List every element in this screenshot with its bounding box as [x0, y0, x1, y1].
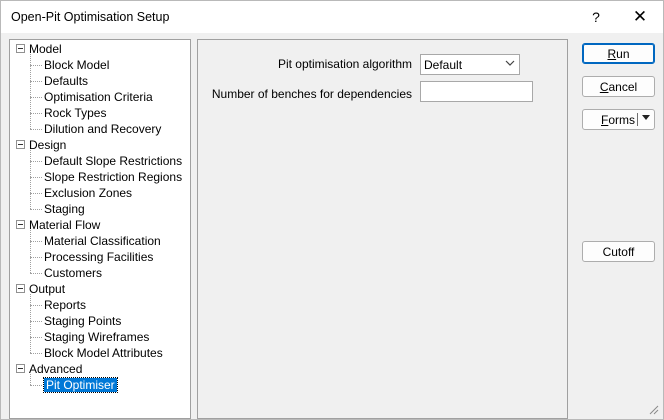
tree-connector	[30, 273, 42, 274]
tree-item-label: Staging Wireframes	[44, 330, 150, 344]
dialog-window: Open-Pit Optimisation Setup ? ✕ Model Blo…	[0, 0, 664, 420]
tree-item[interactable]: Staging	[44, 201, 85, 217]
window-title: Open-Pit Optimisation Setup	[11, 10, 170, 24]
run-button[interactable]: Run	[582, 43, 655, 64]
resize-grip-icon[interactable]	[648, 404, 659, 415]
tree-group-label: Advanced	[29, 362, 83, 376]
tree-connector	[30, 209, 42, 210]
split-separator	[637, 113, 638, 126]
tree-connector	[30, 97, 42, 98]
tree-connector	[30, 385, 42, 386]
settings-panel: Pit optimisation algorithm Default Numbe…	[197, 39, 568, 419]
algorithm-label: Pit optimisation algorithm	[277, 57, 412, 71]
tree-item[interactable]: Customers	[44, 265, 102, 281]
minus-box-icon[interactable]	[16, 220, 25, 229]
tree-item[interactable]: Block Model	[44, 57, 109, 73]
tree-connector	[30, 81, 42, 82]
tree-connector	[30, 230, 31, 273]
tree-item-label: Processing Facilities	[44, 250, 154, 264]
tree-item-label-selected: Pit Optimiser	[43, 377, 118, 393]
tree-item[interactable]: Rock Types	[44, 105, 106, 121]
chevron-down-icon	[505, 58, 515, 71]
tree-item[interactable]: Defaults	[44, 73, 88, 89]
forms-label-rest: orms	[608, 112, 636, 127]
minus-box-icon[interactable]	[16, 284, 25, 293]
navigation-tree[interactable]: Model Block Model Defaults Optimisation Cri…	[9, 39, 191, 419]
tree-group-label: Output	[29, 282, 66, 296]
title-bar: Open-Pit Optimisation Setup ? ✕	[1, 1, 663, 33]
tree-connector	[30, 294, 31, 353]
tree-item-label: Staging	[44, 202, 85, 216]
tree-item[interactable]: Staging Points	[44, 313, 121, 329]
tree-connector	[30, 129, 42, 130]
tree-item[interactable]: Block Model Attributes	[44, 345, 163, 361]
tree-group-label: Design	[29, 138, 67, 152]
help-icon: ?	[592, 9, 600, 25]
tree-item[interactable]: Staging Wireframes	[44, 329, 149, 345]
tree-item-label: Customers	[44, 266, 103, 280]
tree-connector	[30, 113, 42, 114]
cutoff-button[interactable]: Cutoff	[582, 241, 655, 262]
tree-item[interactable]: Material Classification	[44, 233, 161, 249]
tree-item-label: Block Model Attributes	[44, 346, 163, 360]
minus-box-icon[interactable]	[16, 44, 25, 53]
tree-connector	[30, 150, 31, 209]
tree-connector	[30, 337, 42, 338]
cancel-button[interactable]: Cancel	[582, 76, 655, 97]
tree-item-label: Material Classification	[44, 234, 161, 248]
tree-item-label: Exclusion Zones	[44, 186, 133, 200]
cancel-label-rest: ancel	[608, 79, 638, 94]
tree-connector	[30, 193, 42, 194]
tree-item[interactable]: Slope Restriction Regions	[44, 169, 182, 185]
tree-connector	[30, 161, 42, 162]
minus-box-icon[interactable]	[16, 364, 25, 373]
tree-group[interactable]: Design	[29, 137, 66, 153]
algorithm-value: Default	[424, 58, 463, 72]
tree-item-label: Slope Restriction Regions	[44, 170, 183, 184]
tree-group[interactable]: Model	[29, 41, 62, 57]
tree-connector	[30, 374, 31, 385]
tree-connector	[30, 321, 42, 322]
close-button[interactable]: ✕	[618, 1, 662, 33]
tree-connector	[30, 241, 42, 242]
tree-connector	[30, 353, 42, 354]
tree-item-label: Staging Points	[44, 314, 122, 328]
run-accelerator: R	[607, 46, 617, 61]
minus-box-icon[interactable]	[16, 140, 25, 149]
tree-item-label: Block Model	[44, 58, 110, 72]
tree-item[interactable]: Processing Facilities	[44, 249, 153, 265]
triangle-down-icon[interactable]	[641, 112, 651, 125]
tree-item[interactable]: Optimisation Criteria	[44, 89, 153, 105]
tree-item[interactable]: Default Slope Restrictions	[44, 153, 182, 169]
tree-group-label: Material Flow	[29, 218, 101, 232]
run-label-rest: un	[616, 46, 630, 61]
tree-item[interactable]: Exclusion Zones	[44, 185, 132, 201]
tree-group[interactable]: Advanced	[29, 361, 82, 377]
tree-group[interactable]: Material Flow	[29, 217, 100, 233]
tree-item-label: Reports	[44, 298, 87, 312]
tree-connector	[30, 177, 42, 178]
tree-item-label: Default Slope Restrictions	[44, 154, 183, 168]
tree-item-label: Defaults	[44, 74, 89, 88]
tree-item-label: Rock Types	[44, 106, 107, 120]
tree-item[interactable]: Reports	[44, 297, 86, 313]
tree-item[interactable]: Pit Optimiser	[43, 377, 118, 393]
tree-connector	[30, 65, 42, 66]
close-icon: ✕	[632, 7, 648, 26]
algorithm-select[interactable]: Default	[420, 54, 520, 75]
tree-item-label: Optimisation Criteria	[44, 90, 153, 104]
benches-input[interactable]	[420, 81, 533, 102]
tree-group-label: Model	[29, 42, 62, 56]
help-button[interactable]: ?	[574, 1, 618, 33]
forms-button[interactable]: Forms	[582, 109, 655, 130]
tree-item-label: Dilution and Recovery	[44, 122, 162, 136]
benches-label: Number of benches for dependencies	[211, 87, 412, 101]
tree-group[interactable]: Output	[29, 281, 65, 297]
tree-connector	[30, 257, 42, 258]
tree-item[interactable]: Dilution and Recovery	[44, 121, 161, 137]
tree-connector	[30, 305, 42, 306]
